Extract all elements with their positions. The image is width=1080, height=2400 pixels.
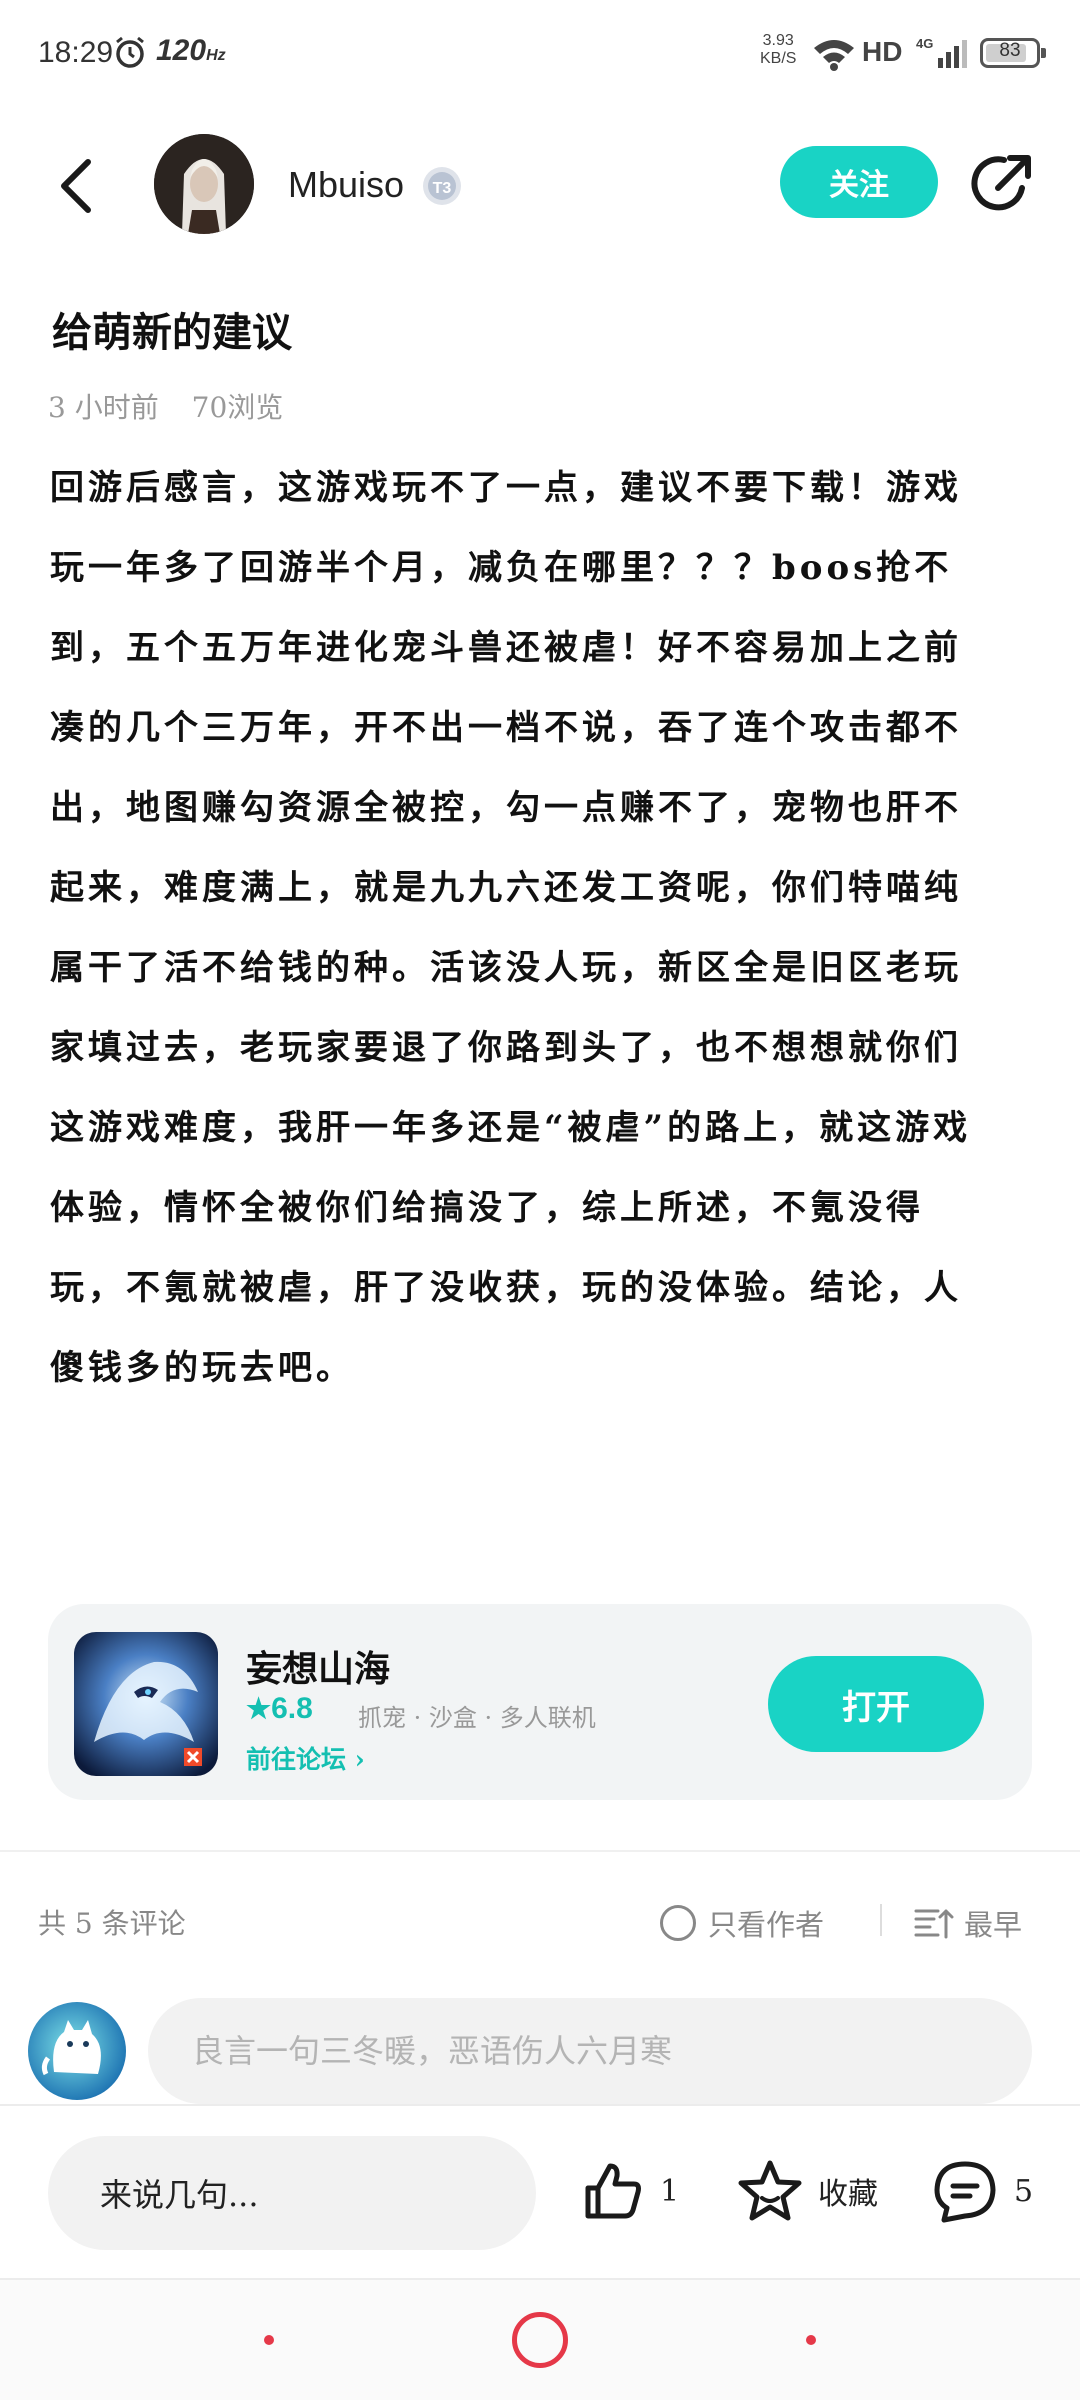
- author-only-label: 只看作者: [708, 1908, 825, 1942]
- nav-back-button[interactable]: [264, 2335, 274, 2345]
- comment-input[interactable]: [148, 1998, 1032, 2104]
- alarm-icon: [116, 36, 144, 68]
- game-name[interactable]: 妄想山海: [246, 1640, 390, 1692]
- post-meta: 3 小时前 70浏览: [48, 386, 283, 426]
- hd-indicator: HD: [862, 36, 903, 67]
- open-game-button[interactable]: 打开: [768, 1656, 984, 1752]
- follow-button[interactable]: 关注: [780, 146, 938, 218]
- post-time: 3 小时前: [48, 391, 159, 424]
- wifi-icon: [814, 40, 854, 71]
- author-avatar[interactable]: [154, 134, 254, 234]
- game-icon[interactable]: [74, 1632, 218, 1776]
- section-divider: [0, 1850, 1080, 1852]
- battery-icon: 83: [980, 38, 1046, 68]
- chevron-right-icon: ›: [354, 1745, 365, 1774]
- favorite-button[interactable]: 收藏: [736, 2158, 878, 2224]
- filter-divider: [880, 1904, 882, 1936]
- sort-icon: [914, 1909, 954, 1939]
- nav-home-button[interactable]: [512, 2312, 568, 2368]
- radio-icon[interactable]: [660, 1905, 696, 1941]
- author-only-toggle[interactable]: 只看作者: [660, 1902, 824, 1944]
- post-views: 70浏览: [191, 391, 284, 424]
- system-nav-bar: [0, 2280, 1080, 2400]
- quick-reply-input[interactable]: 来说几句...: [48, 2136, 536, 2250]
- game-card[interactable]: 妄想山海 ★6.8 抓宠 · 沙盒 · 多人联机 前往论坛 › 打开: [48, 1604, 1032, 1800]
- author-username[interactable]: Mbuiso: [288, 164, 404, 206]
- comments-count: 共 5 条评论: [38, 1907, 186, 1940]
- net-speed: 3.93 KB/S: [760, 32, 797, 67]
- status-bar: 18:29 120Hz 3.93 KB/S HD 4G 83: [0, 0, 1080, 110]
- status-time: 18:29: [38, 36, 114, 69]
- comment-count: 5: [1014, 2173, 1034, 2209]
- sort-button[interactable]: 最早: [914, 1902, 1022, 1944]
- game-rating: ★6.8: [246, 1692, 313, 1725]
- like-button[interactable]: 1: [580, 2158, 679, 2224]
- level-badge-text: T3: [433, 180, 452, 197]
- bottom-divider: [0, 2104, 1080, 2106]
- nav-recents-button[interactable]: [806, 2335, 816, 2345]
- comment-button[interactable]: 5: [930, 2158, 1033, 2224]
- forum-link[interactable]: 前往论坛 ›: [246, 1740, 365, 1776]
- post-body: 回游后感言，这游戏玩不了一点，建议不要下载！游戏玩一年多了回游半个月，减负在哪里…: [50, 468, 972, 1388]
- post-title: 给萌新的建议: [52, 309, 292, 356]
- sort-label: 最早: [964, 1908, 1023, 1942]
- share-icon[interactable]: [970, 150, 1036, 216]
- signal-icon: 4G: [916, 36, 967, 68]
- post-header: Mbuiso T3 关注: [0, 120, 1080, 250]
- star-outline-icon: [738, 2160, 802, 2221]
- level-badge-icon: T3: [423, 167, 461, 205]
- battery-level: 83: [999, 40, 1021, 61]
- network-type-label: 4G: [916, 36, 933, 51]
- like-count: 1: [660, 2173, 680, 2209]
- thumbs-up-icon: [585, 2163, 641, 2219]
- game-tags: 抓宠 · 沙盒 · 多人联机: [358, 1704, 596, 1732]
- current-user-avatar[interactable]: [28, 2002, 126, 2100]
- favorite-label: 收藏: [818, 2177, 878, 2212]
- back-arrow-icon[interactable]: [50, 156, 104, 216]
- refresh-rate: 120Hz: [156, 34, 226, 67]
- star-icon: ★: [246, 1693, 272, 1724]
- chat-bubble-icon: [934, 2161, 996, 2223]
